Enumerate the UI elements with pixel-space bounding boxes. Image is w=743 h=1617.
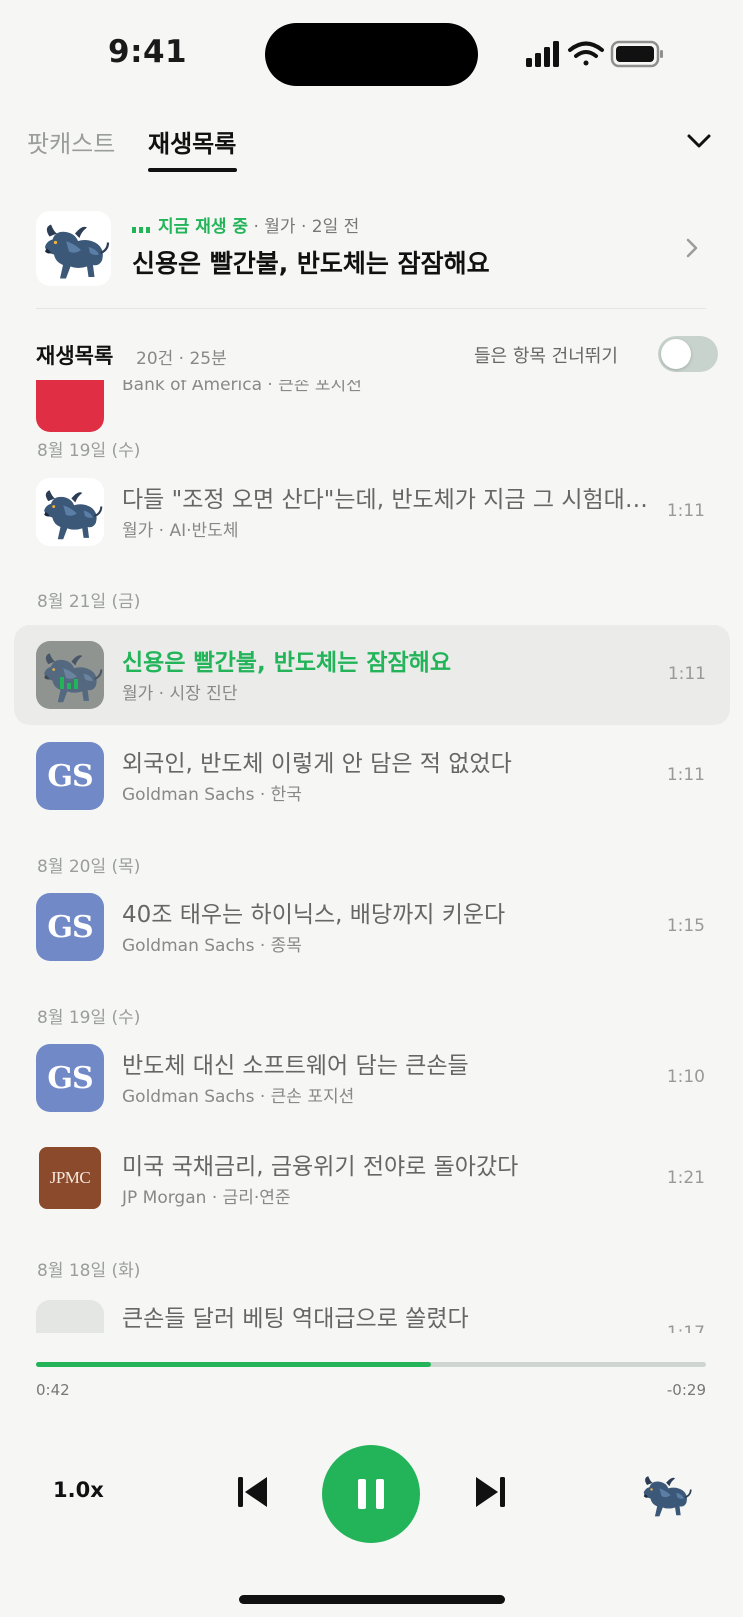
playlist[interactable]: Bank of America · 큰손 포지션 8월 19일 (수) 다들 "… [0,380,743,1333]
progress-bar[interactable]: 0:42 -0:29 [36,1362,706,1399]
item-title: 큰손들 달러 베팅 역대급으로 쏠렸다 [122,1306,469,1332]
chevron-right-icon[interactable] [680,234,704,262]
battery-icon [610,40,663,68]
remaining-time: -0:29 [666,1381,706,1399]
date-header: 8월 19일 (수) [37,441,141,461]
top-tabs: 팟캐스트 재생목록 [0,118,743,178]
item-duration: 1:15 [666,916,705,936]
skip-previous-icon[interactable] [237,1474,269,1510]
status-bar: 9:41 [0,0,743,100]
item-subtitle: JP Morgan · 금리·연준 [122,1188,291,1208]
tab-playlist[interactable]: 재생목록 [148,124,236,159]
chevron-down-icon[interactable] [684,126,714,156]
elapsed-time: 0:42 [36,1381,70,1399]
signal-icon [526,41,559,67]
item-title: 40조 태우는 하이닉스, 배당까지 키운다 [122,902,506,928]
now-playing-meta: 지금 재생 중 · 월가 · 2일 전 [132,212,359,237]
item-subtitle: Goldman Sachs · 종목 [122,936,302,956]
gs-logo: GS [36,1044,104,1112]
jpmc-logo: JPMC [39,1147,101,1209]
pause-icon [358,1479,384,1509]
item-title: 외국인, 반도체 이렇게 안 담은 적 없었다 [122,751,512,777]
item-duration: 1:11 [666,501,705,521]
date-header: 8월 19일 (수) [37,1008,141,1028]
list-item[interactable]: GS 40조 태우는 하이닉스, 배당까지 키운다 Goldman Sachs … [0,881,743,971]
skip-listened-toggle[interactable] [658,336,718,372]
bull-icon [36,211,111,286]
item-subtitle: Bank of America · 큰손 포지션 [122,380,362,395]
status-icons [526,40,663,68]
grey-thumbnail [36,1300,104,1333]
item-duration: 1:11 [666,765,705,785]
item-title: 미국 국채금리, 금융위기 전야로 돌아갔다 [122,1154,519,1180]
gs-logo: GS [36,893,104,961]
list-item[interactable]: GS 반도체 대신 소프트웨어 담는 큰손들 Goldman Sachs · 큰… [0,1032,743,1122]
list-item[interactable]: GS 외국인, 반도체 이렇게 안 담은 적 없었다 Goldman Sachs… [0,730,743,820]
pause-button[interactable] [322,1445,420,1543]
home-indicator [239,1595,505,1604]
equalizer-icon [132,227,150,233]
bofa-thumbnail [36,380,104,432]
item-duration: 1:17 [666,1323,705,1333]
item-subtitle: Goldman Sachs · 큰손 포지션 [122,1087,355,1107]
item-title: 다들 "조정 오면 산다"는데, 반도체가 지금 그 시험대… [122,487,648,513]
now-playing-title: 신용은 빨간불, 반도체는 잠잠해요 [132,249,490,278]
item-duration: 1:21 [666,1168,705,1188]
item-duration: 1:11 [667,664,706,684]
list-item[interactable]: Bank of America · 큰손 포지션 [0,380,743,440]
now-playing-source: · 월가 · 2일 전 [253,217,360,237]
playlist-count: 20건 · 25분 [136,349,227,369]
bull-icon[interactable] [635,1466,695,1522]
dynamic-island [265,23,478,86]
player-controls: 1.0x [0,1440,743,1550]
list-item[interactable]: 큰손들 달러 베팅 역대급으로 쏠렸다 1:17 [0,1283,743,1333]
list-item-active[interactable]: 신용은 빨간불, 반도체는 잠잠해요 월가 · 시장 진단 1:11 [14,625,730,725]
item-subtitle: Goldman Sachs · 한국 [122,785,302,805]
bull-thumbnail [36,641,104,709]
tab-podcast[interactable]: 팟캐스트 [27,124,115,159]
bull-icon [36,478,104,546]
list-item[interactable]: JPMC 미국 국채금리, 금융위기 전야로 돌아갔다 JP Morgan · … [0,1133,743,1223]
date-header: 8월 20일 (목) [37,857,141,877]
bull-thumbnail [36,478,104,546]
playlist-header: 재생목록 20건 · 25분 들은 항목 건너뛰기 [36,336,720,380]
now-playing-status: 지금 재생 중 [158,217,249,237]
skip-next-icon[interactable] [474,1474,506,1510]
gs-logo: GS [36,742,104,810]
date-header: 8월 18일 (화) [37,1261,141,1281]
playback-speed-button[interactable]: 1.0x [53,1478,104,1502]
now-playing-card[interactable]: 지금 재생 중 · 월가 · 2일 전 신용은 빨간불, 반도체는 잠잠해요 [36,208,708,298]
item-duration: 1:10 [666,1067,705,1087]
item-title: 반도체 대신 소프트웨어 담는 큰손들 [122,1053,469,1079]
equalizer-icon [60,677,78,689]
status-time: 9:41 [108,34,188,70]
playlist-title: 재생목록 [36,344,114,368]
list-item[interactable]: 다들 "조정 오면 산다"는데, 반도체가 지금 그 시험대… 월가 · AI·… [0,466,743,556]
tab-active-indicator [148,168,237,172]
skip-listened-label: 들은 항목 건너뛰기 [474,346,618,367]
now-playing-thumbnail [36,211,111,286]
progress-fill [36,1362,432,1367]
wifi-icon [568,41,604,66]
item-title: 신용은 빨간불, 반도체는 잠잠해요 [122,650,451,676]
toggle-knob [661,339,691,369]
divider [36,308,706,309]
item-subtitle: 월가 · AI·반도체 [122,521,239,541]
item-subtitle: 월가 · 시장 진단 [122,684,238,704]
date-header: 8월 21일 (금) [37,592,141,612]
